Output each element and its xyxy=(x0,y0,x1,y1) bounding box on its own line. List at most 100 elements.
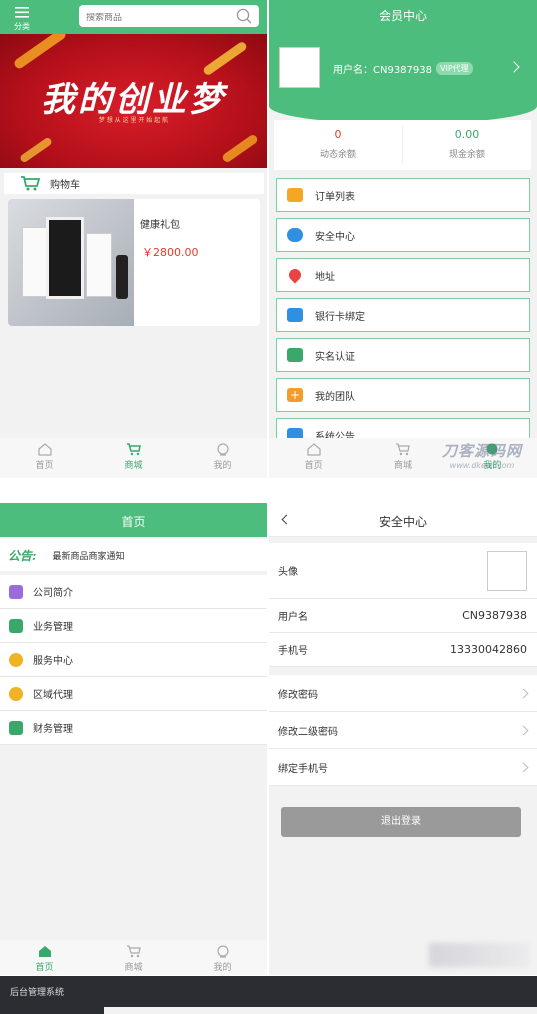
search-icon[interactable] xyxy=(236,8,253,25)
tab-home[interactable]: 首页 xyxy=(269,438,358,478)
balance-cash-label: 现金余额 xyxy=(448,150,485,160)
menu-address[interactable]: 地址 xyxy=(276,258,530,292)
member-screen: 会员中心 用户名：CN9387938 VIP代理 0 动态余额 0.00 现金余… xyxy=(269,0,537,478)
clipboard-icon xyxy=(9,720,23,735)
banner-subtitle: 梦 想 从 这 里 开 始 起 航 xyxy=(98,117,169,124)
notice-bar[interactable]: 公告: 最新商品商家通知 xyxy=(0,539,267,571)
menu-bank-card[interactable]: 银行卡绑定 xyxy=(276,298,530,332)
balance-cash[interactable]: 0.00 现金余额 xyxy=(403,126,531,164)
phone-row: 手机号 13330042860 xyxy=(269,633,537,667)
location-pin-icon xyxy=(286,266,304,284)
logout-button[interactable]: 退出登录 xyxy=(281,807,521,837)
member-username: 用户名：CN9387938 VIP代理 xyxy=(333,61,473,76)
promo-banner[interactable]: 我的创业梦 梦 想 从 这 里 开 始 起 航 xyxy=(0,34,267,168)
item-company[interactable]: 公司简介 xyxy=(0,575,267,609)
company-icon xyxy=(9,584,23,599)
menu-security[interactable]: 安全中心 xyxy=(276,218,530,252)
menu-label: 实名认证 xyxy=(315,351,355,363)
shop-tabbar: 首页 商城 我的 xyxy=(0,438,267,478)
change-password-row[interactable]: 修改密码 xyxy=(269,675,537,712)
home-screen: 首页 公告: 最新商品商家通知 公司简介 业务管理 服务中心 区域代理 财务管理… xyxy=(0,503,267,975)
money-bag-icon xyxy=(9,652,23,667)
search-input[interactable] xyxy=(86,13,226,23)
tab-mall[interactable]: 商城 xyxy=(89,940,178,975)
home-icon xyxy=(307,443,321,456)
tab-home-label: 首页 xyxy=(304,461,323,471)
username-value: CN9387938 xyxy=(462,609,527,622)
cart-icon xyxy=(126,945,141,958)
money-bag-icon xyxy=(9,686,23,701)
tab-mine[interactable]: 我的 xyxy=(178,438,267,478)
watermark-main: 刀客源码网 xyxy=(441,442,522,460)
avatar[interactable] xyxy=(279,47,320,88)
chevron-right-icon xyxy=(518,688,529,698)
tab-mall-label: 商城 xyxy=(393,461,412,471)
tab-home[interactable]: 首页 xyxy=(0,940,89,975)
item-label: 业务管理 xyxy=(33,622,73,633)
banner-title: 我的创业梦 xyxy=(41,80,226,120)
admin-strip xyxy=(104,1007,537,1014)
username-text: 用户名：CN9387938 xyxy=(333,65,432,76)
chevron-right-icon xyxy=(518,725,529,735)
avatar-label: 头像 xyxy=(278,567,298,578)
phone-value: 13330042860 xyxy=(450,643,527,656)
admin-footer: 后台管理系统 xyxy=(0,976,537,1014)
menu-team[interactable]: + 我的团队 xyxy=(276,378,530,412)
home-icon xyxy=(37,443,52,456)
bind-phone-label: 绑定手机号 xyxy=(278,763,328,775)
menu-real-name[interactable]: 实名认证 xyxy=(276,338,530,372)
category-button[interactable]: 分类 xyxy=(9,3,35,31)
item-label: 区域代理 xyxy=(33,690,73,701)
category-label: 分类 xyxy=(14,22,30,31)
menu-label: 地址 xyxy=(315,271,335,283)
vip-badge: VIP代理 xyxy=(436,62,473,75)
item-finance[interactable]: 财务管理 xyxy=(0,711,267,745)
tab-home-label: 首页 xyxy=(35,461,54,471)
item-business[interactable]: 业务管理 xyxy=(0,609,267,643)
username-label: 用户名 xyxy=(278,612,308,623)
tab-mine-label: 我的 xyxy=(213,461,232,471)
item-regional[interactable]: 区域代理 xyxy=(0,677,267,711)
order-icon xyxy=(287,188,303,202)
product-image[interactable] xyxy=(8,199,134,326)
menu-order-list[interactable]: 订单列表 xyxy=(276,178,530,212)
member-title: 会员中心 xyxy=(378,9,427,23)
balance-dynamic-label: 动态余额 xyxy=(319,150,356,160)
change-second-password-label: 修改二级密码 xyxy=(278,726,338,738)
product-name[interactable]: 健康礼包 xyxy=(140,216,180,231)
balance-dynamic[interactable]: 0 动态余额 xyxy=(274,126,403,164)
admin-label: 后台管理系统 xyxy=(10,988,65,998)
phone-label: 手机号 xyxy=(278,646,308,657)
tab-mine[interactable]: 我的 xyxy=(178,940,267,975)
tab-home-label: 首页 xyxy=(35,963,54,973)
notice-text: 最新商品商家通知 xyxy=(52,551,125,562)
change-password-label: 修改密码 xyxy=(278,689,318,701)
search-box[interactable] xyxy=(79,5,259,27)
balance-dynamic-value: 0 xyxy=(334,128,342,141)
balance-cash-value: 0.00 xyxy=(454,128,480,141)
item-label: 服务中心 xyxy=(33,656,73,667)
change-second-password-row[interactable]: 修改二级密码 xyxy=(269,712,537,749)
item-label: 公司简介 xyxy=(33,588,73,599)
product-bottle xyxy=(116,255,128,299)
menu-icon xyxy=(15,7,29,18)
bind-phone-row[interactable]: 绑定手机号 xyxy=(269,749,537,786)
product-card[interactable]: 健康礼包 ￥2800.00 xyxy=(8,199,260,326)
watermark-url: www.dkewl.com xyxy=(449,461,515,470)
cart-bar[interactable]: 购物车 xyxy=(4,173,264,194)
banner-streak xyxy=(221,133,259,164)
balance-card: 0 动态余额 0.00 现金余额 xyxy=(274,120,531,170)
cart-icon xyxy=(126,443,141,456)
username-row: 用户名 CN9387938 xyxy=(269,599,537,633)
plus-icon: + xyxy=(287,388,303,402)
item-service[interactable]: 服务中心 xyxy=(0,643,267,677)
product-price: ￥2800.00 xyxy=(142,246,199,259)
user-icon xyxy=(216,945,229,958)
tab-mall[interactable]: 商城 xyxy=(89,438,178,478)
avatar-image[interactable] xyxy=(487,550,527,591)
banner-streak xyxy=(18,136,54,164)
tab-home[interactable]: 首页 xyxy=(0,438,89,478)
avatar-row[interactable]: 头像 xyxy=(269,543,537,599)
banner-streak xyxy=(12,34,68,71)
home-icon xyxy=(38,946,51,957)
